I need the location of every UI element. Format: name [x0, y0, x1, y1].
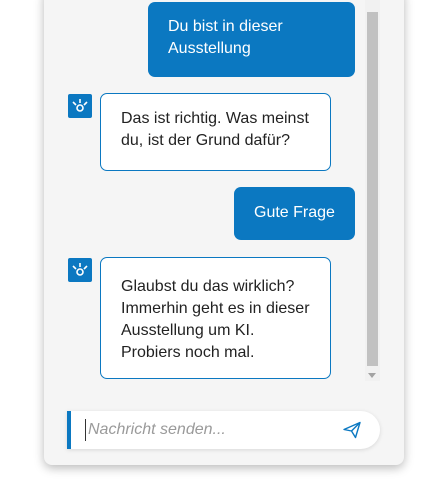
bot-avatar-icon	[68, 258, 92, 282]
bot-message: Glaubst du das wirklich? Immerhin geht e…	[100, 257, 331, 379]
message-input[interactable]	[85, 419, 328, 441]
bot-message-text: Das ist richtig. Was meinst du, ist der …	[121, 110, 309, 149]
composer-accent	[67, 411, 71, 449]
user-message: Du bist in dieser Ausstellung	[148, 2, 355, 77]
bot-message: Das ist richtig. Was meinst du, ist der …	[100, 93, 331, 171]
message-scrollbar[interactable]	[365, 0, 380, 381]
user-message: Gute Frage	[234, 187, 355, 240]
bot-avatar-icon	[68, 94, 92, 118]
user-message-text: Du bist in dieser Ausstellung	[168, 18, 283, 57]
scroll-down-arrow-icon[interactable]	[368, 373, 376, 378]
message-list: Du bist in dieser Ausstellung Das ist ri…	[44, 0, 364, 393]
send-button[interactable]	[342, 420, 362, 440]
bot-message-text: Glaubst du das wirklich? Immerhin geht e…	[121, 278, 310, 361]
paper-plane-icon[interactable]	[342, 420, 362, 440]
scrollbar-thumb[interactable]	[367, 12, 378, 366]
chat-window: Du bist in dieser Ausstellung Das ist ri…	[44, 0, 404, 465]
message-composer	[67, 411, 380, 449]
user-message-text: Gute Frage	[254, 204, 335, 221]
